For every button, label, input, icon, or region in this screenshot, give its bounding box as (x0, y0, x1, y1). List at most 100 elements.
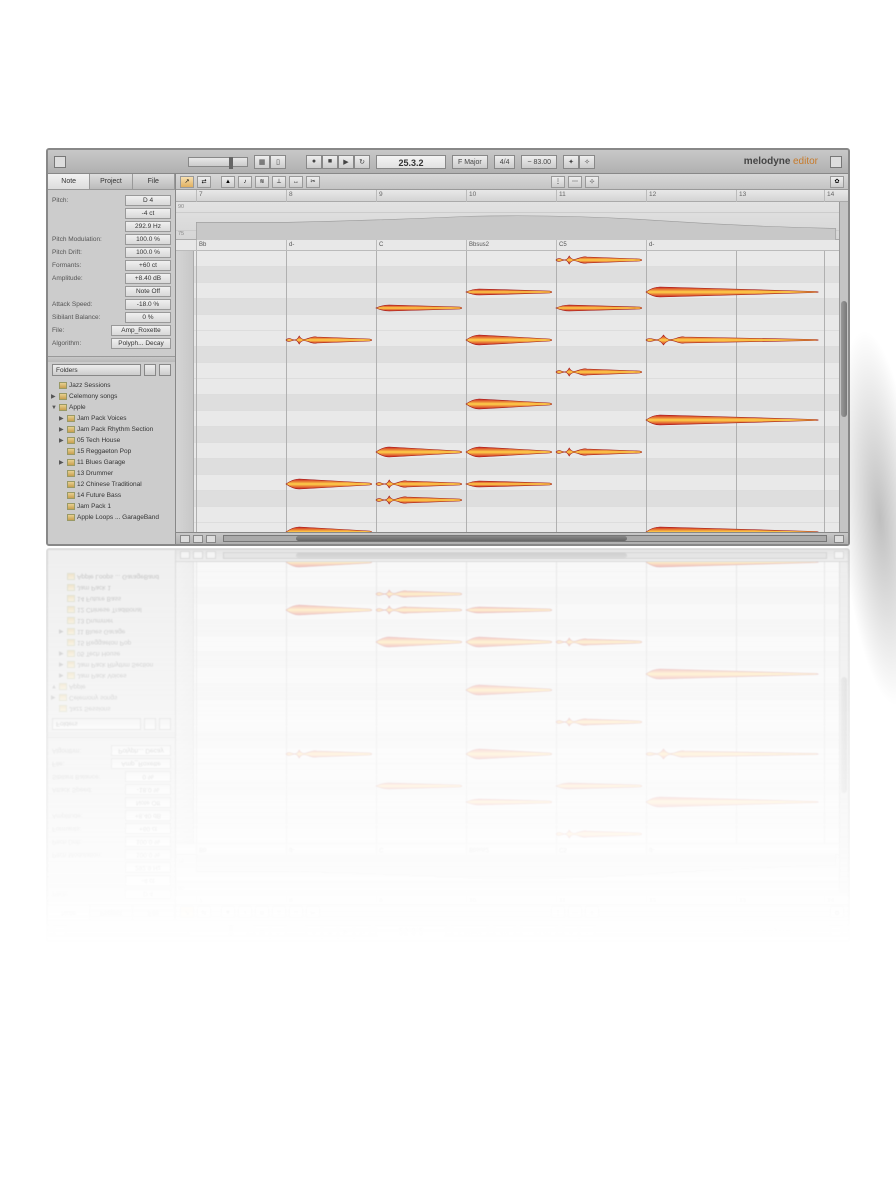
sib-value[interactable]: 0 % (125, 312, 171, 323)
pitch-grid-3[interactable]: ⊹ (585, 907, 599, 919)
tool-formant[interactable]: ≋ (255, 176, 269, 188)
bottom-icon-2[interactable] (193, 535, 203, 543)
tree-item[interactable]: 15 Reggaeton Pop (51, 637, 172, 648)
chord-marker[interactable]: Bbsus2 (466, 240, 489, 251)
zoom-slider[interactable] (188, 928, 248, 938)
pitch-value[interactable]: D 4 (125, 888, 171, 899)
note-blob[interactable] (466, 605, 554, 617)
note-blob[interactable] (376, 589, 464, 601)
tool-amplitude[interactable]: ⊥ (272, 176, 286, 188)
pdrift-value[interactable]: 100.0 % (125, 836, 171, 847)
note-blob[interactable] (466, 749, 554, 761)
settings-gear-icon[interactable]: ✿ (830, 176, 844, 188)
sib-value[interactable]: 0 % (125, 771, 171, 782)
note-blob[interactable] (466, 797, 554, 809)
note-blob[interactable] (286, 477, 374, 489)
folder-opt-2[interactable] (159, 364, 171, 376)
chord-track[interactable]: Bbd-CBbsus2C5d- (176, 240, 848, 251)
chord-marker[interactable]: d- (646, 240, 654, 251)
chord-marker[interactable]: d- (646, 843, 654, 854)
bottom-icon-3[interactable] (206, 552, 216, 560)
note-blob[interactable] (646, 669, 821, 681)
chord-marker[interactable]: C5 (556, 240, 567, 251)
note-blob[interactable] (556, 301, 644, 313)
bottom-icon-3[interactable] (206, 535, 216, 543)
window-maximize-button[interactable] (830, 156, 842, 168)
key-display[interactable]: F Major (452, 155, 488, 169)
tree-item[interactable]: Jam Pack 1 (51, 501, 172, 512)
tempo-display[interactable]: ~ 83.00 (521, 155, 557, 169)
tree-item[interactable]: 14 Future Bass (51, 490, 172, 501)
note-blob[interactable] (376, 781, 464, 793)
cents-value[interactable]: -4 ct (125, 875, 171, 886)
tree-item[interactable]: Jam Pack 1 (51, 582, 172, 593)
tempo-envelope[interactable]: 90 75 (176, 202, 848, 240)
note-blob[interactable] (376, 445, 464, 457)
note-blob[interactable] (646, 525, 821, 532)
tool-main[interactable]: ↗ (180, 907, 194, 919)
note-blob[interactable] (466, 685, 554, 697)
note-blob[interactable] (646, 562, 821, 569)
tool-scroll[interactable]: ⇄ (197, 907, 211, 919)
stop-button[interactable]: ■ (322, 926, 338, 940)
note-blob[interactable] (286, 605, 374, 617)
noteoff-value[interactable]: Note Off (125, 286, 171, 297)
tree-item[interactable]: ▶11 Blues Garage (51, 626, 172, 637)
bar-ruler[interactable]: 7891011121314 (176, 190, 848, 202)
note-blob[interactable] (376, 637, 464, 649)
chord-track[interactable]: Bbd-CBbsus2C5d- (176, 843, 848, 854)
horizontal-scrollbar[interactable] (223, 535, 827, 542)
snap-button-1[interactable]: ✦ (563, 155, 579, 169)
tool-pointer[interactable]: ▲ (221, 176, 235, 188)
tree-item[interactable]: ▶Jam Pack Rhythm Section (51, 424, 172, 435)
amp-value[interactable]: +8.40 dB (125, 810, 171, 821)
time-display[interactable]: 25.3.2 (376, 926, 446, 940)
vertical-scrollbar[interactable] (839, 202, 848, 532)
algo-value[interactable]: Polyph... Decay (111, 745, 171, 756)
bottom-icon-4[interactable] (834, 535, 844, 543)
zoom-mode-1[interactable]: ▦ (254, 155, 270, 169)
tree-item[interactable]: ▼Apple (51, 681, 172, 692)
note-blob[interactable] (286, 525, 374, 532)
tree-item[interactable]: 12 Chinese Traditional (51, 604, 172, 615)
note-blob[interactable] (556, 445, 644, 457)
note-blob[interactable] (466, 333, 554, 345)
tool-pointer[interactable]: ▲ (221, 907, 235, 919)
amp-value[interactable]: +8.40 dB (125, 273, 171, 284)
pitch-grid-2[interactable]: ⋯ (568, 907, 582, 919)
formants-value[interactable]: +60 ct (125, 260, 171, 271)
cents-value[interactable]: -4 ct (125, 208, 171, 219)
note-blob[interactable] (556, 717, 644, 729)
chord-marker[interactable]: C (376, 240, 383, 251)
note-blob[interactable] (646, 285, 821, 297)
tree-item[interactable]: 12 Chinese Traditional (51, 479, 172, 490)
tree-item[interactable]: 13 Drummer (51, 615, 172, 626)
horizontal-scrollbar[interactable] (223, 552, 827, 559)
tree-item[interactable]: ▼Apple (51, 402, 172, 413)
folder-opt-2[interactable] (159, 718, 171, 730)
note-blob[interactable] (556, 829, 644, 841)
note-blob[interactable] (376, 477, 464, 489)
folders-dropdown[interactable]: Folders (52, 718, 141, 730)
time-display[interactable]: 25.3.2 (376, 155, 446, 169)
tree-item[interactable]: Apple Loops ... GarageBand (51, 512, 172, 523)
chord-marker[interactable]: d- (286, 843, 294, 854)
tree-item[interactable]: ▶Celemony songs (51, 692, 172, 703)
piano-ruler[interactable] (176, 251, 194, 532)
note-blob[interactable] (286, 333, 374, 345)
tree-item[interactable]: ▶11 Blues Garage (51, 457, 172, 468)
note-blob[interactable] (466, 285, 554, 297)
zoom-slider[interactable] (188, 157, 248, 167)
note-blob[interactable] (466, 637, 554, 649)
note-blob[interactable] (646, 797, 821, 809)
tree-item[interactable]: ▶05 Tech House (51, 435, 172, 446)
play-button[interactable]: ▶ (338, 155, 354, 169)
note-blob[interactable] (376, 493, 464, 505)
bottom-icon-1[interactable] (180, 552, 190, 560)
zoom-mode-1[interactable]: ▦ (254, 926, 270, 940)
note-grid[interactable]: GF 4EDCBbAGF 3ED (176, 562, 848, 843)
note-blob[interactable] (556, 781, 644, 793)
pitch-value[interactable]: D 4 (125, 195, 171, 206)
pitch-grid-3[interactable]: ⊹ (585, 176, 599, 188)
timesig-display[interactable]: 4/4 (494, 155, 516, 169)
